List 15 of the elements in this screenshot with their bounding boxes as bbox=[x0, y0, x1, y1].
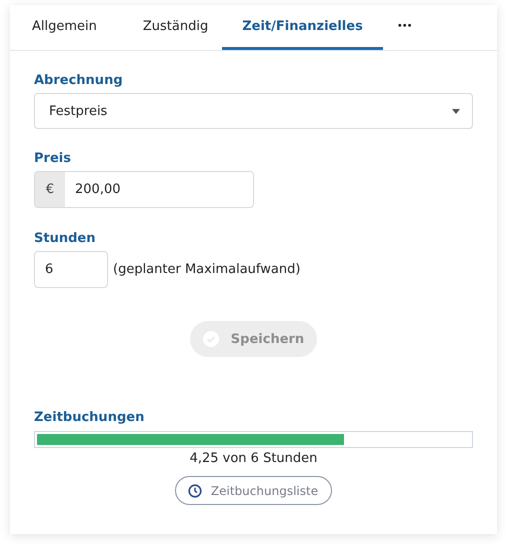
time-list-button[interactable]: Zeitbuchungsliste bbox=[174, 476, 332, 505]
billing-dropdown[interactable]: Festpreis bbox=[34, 93, 473, 129]
field-label: Stunden bbox=[34, 231, 96, 246]
tab[interactable]: Allgemein bbox=[12, 5, 117, 50]
price-field[interactable]: € 200,00 bbox=[34, 171, 254, 208]
hint-text: (geplanter Maximalaufwand) bbox=[113, 262, 300, 277]
field-label: Abrechnung bbox=[34, 73, 124, 88]
caret-icon bbox=[452, 108, 460, 114]
section-label: Zeitbuchungen bbox=[34, 410, 146, 425]
tab[interactable]: Zeit/Finanzielles bbox=[222, 5, 383, 50]
progress-reading: 4,25 von 6 Stunden bbox=[188, 451, 318, 466]
field-label: Preis bbox=[34, 151, 72, 166]
clock-icon bbox=[188, 484, 202, 498]
hours-field[interactable]: 6 bbox=[34, 251, 108, 288]
currency-label: € bbox=[35, 172, 65, 207]
